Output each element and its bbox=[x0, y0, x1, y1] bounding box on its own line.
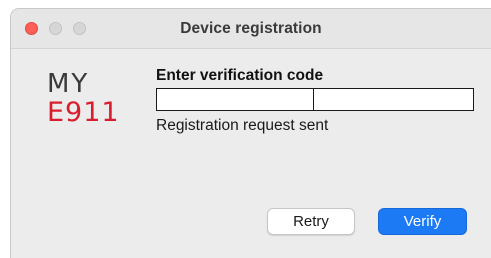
verification-code-heading: Enter verification code bbox=[156, 67, 324, 84]
retry-button[interactable]: Retry bbox=[267, 208, 355, 235]
verification-code-input-part-2[interactable] bbox=[314, 89, 491, 110]
logo-text-e911: E911 bbox=[47, 97, 120, 128]
status-message: Registration request sent bbox=[156, 117, 329, 134]
verify-button[interactable]: Verify bbox=[378, 208, 467, 235]
verification-code-field bbox=[156, 88, 491, 111]
my-e911-logo: MY E911 bbox=[47, 71, 120, 126]
logo-text-my: MY bbox=[47, 69, 90, 99]
verification-code-input-part-1[interactable] bbox=[157, 89, 314, 110]
window-title: Device registration bbox=[180, 20, 322, 37]
device-registration-window: Device registration MY E911 Enter verifi… bbox=[10, 8, 491, 258]
title-bar[interactable]: Device registration bbox=[11, 9, 491, 49]
